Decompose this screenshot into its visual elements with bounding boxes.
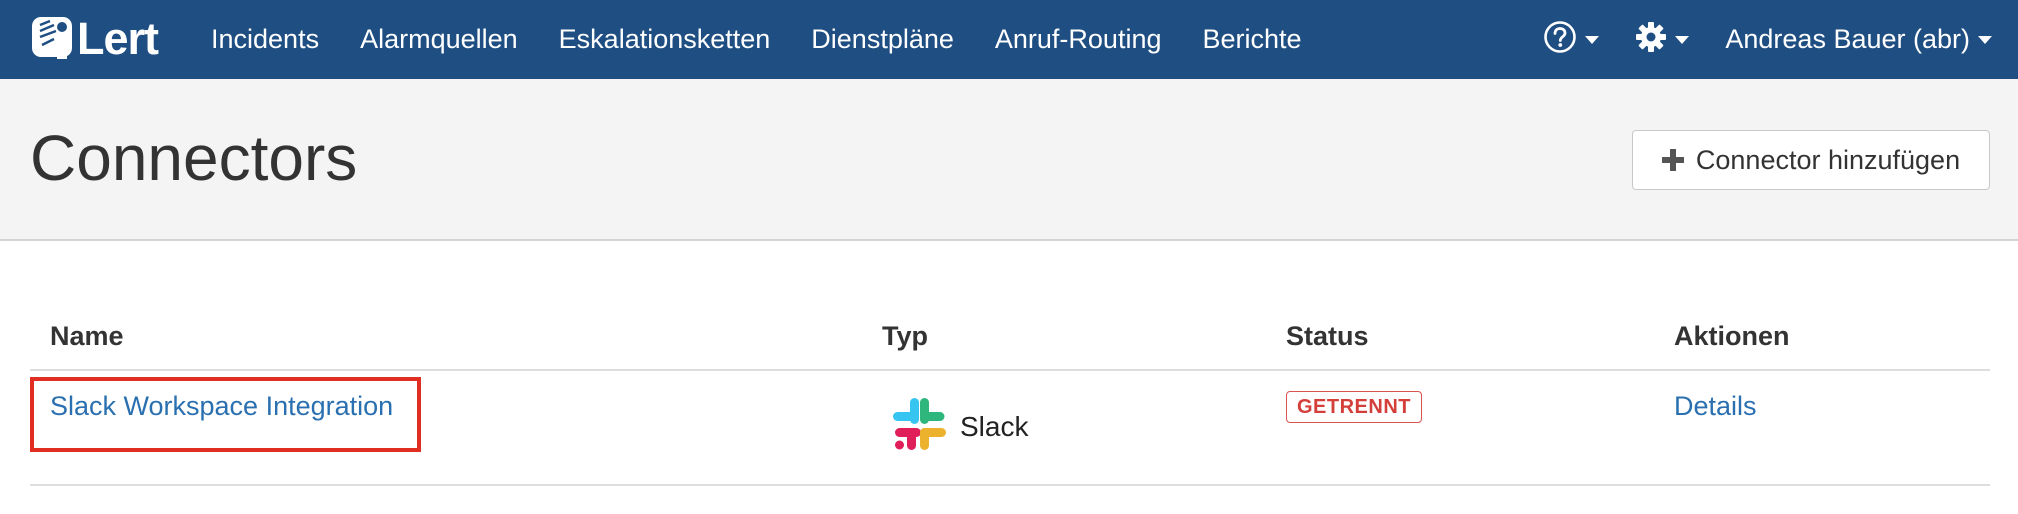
logo-text: Lert xyxy=(77,12,159,64)
user-menu[interactable]: Andreas Bauer (abr) xyxy=(1725,24,1992,55)
user-name: Andreas Bauer (abr) xyxy=(1725,24,1970,54)
column-header-typ[interactable]: Typ xyxy=(882,321,928,352)
page-title: Connectors xyxy=(30,122,358,194)
help-dropdown[interactable] xyxy=(1543,20,1600,59)
nav-incidents[interactable]: Incidents xyxy=(211,24,319,55)
column-header-name[interactable]: Name xyxy=(50,321,124,352)
ilert-logo[interactable]: Lert xyxy=(30,12,159,64)
table-row: Slack Workspace Integration Slack GETREN… xyxy=(30,371,1990,486)
table-header: Name Typ Status Aktionen xyxy=(30,311,1990,371)
chevron-down-icon xyxy=(1675,31,1690,49)
connectors-table: Name Typ Status Aktionen Slack Workspace… xyxy=(30,311,1990,486)
nav-right: Andreas Bauer (abr) xyxy=(1507,0,1992,79)
status-badge: GETRENNT xyxy=(1286,391,1422,423)
top-navbar: Lert Incidents Alarmquellen Eskalationsk… xyxy=(0,0,2018,79)
question-circle-icon xyxy=(1543,20,1577,59)
column-header-status[interactable]: Status xyxy=(1286,321,1369,352)
nav-berichte[interactable]: Berichte xyxy=(1202,24,1301,55)
main-nav: Incidents Alarmquellen Eskalationsketten… xyxy=(211,0,1343,79)
settings-dropdown[interactable] xyxy=(1635,21,1690,58)
details-link[interactable]: Details xyxy=(1674,391,1757,421)
nav-eskalationsketten[interactable]: Eskalationsketten xyxy=(559,24,771,55)
chevron-down-icon xyxy=(1978,31,1992,49)
slack-icon xyxy=(890,395,948,458)
nav-anruf-routing[interactable]: Anruf-Routing xyxy=(995,24,1162,55)
add-connector-label: Connector hinzufügen xyxy=(1695,144,1961,175)
type-cell: Slack xyxy=(890,395,1028,458)
connector-name-link[interactable]: Slack Workspace Integration xyxy=(50,391,393,421)
type-label: Slack xyxy=(960,410,1029,442)
page-header: Connectors Connector hinzufügen xyxy=(0,79,2018,241)
chevron-down-icon xyxy=(1585,31,1600,49)
ilert-logo-icon xyxy=(30,15,76,61)
add-connector-button[interactable]: Connector hinzufügen xyxy=(1632,130,1990,190)
column-header-aktionen: Aktionen xyxy=(1674,321,1790,351)
gear-icon xyxy=(1635,21,1667,58)
nav-dienstplaene[interactable]: Dienstpläne xyxy=(811,24,954,55)
plus-icon xyxy=(1661,149,1684,171)
nav-alarmquellen[interactable]: Alarmquellen xyxy=(360,24,518,55)
